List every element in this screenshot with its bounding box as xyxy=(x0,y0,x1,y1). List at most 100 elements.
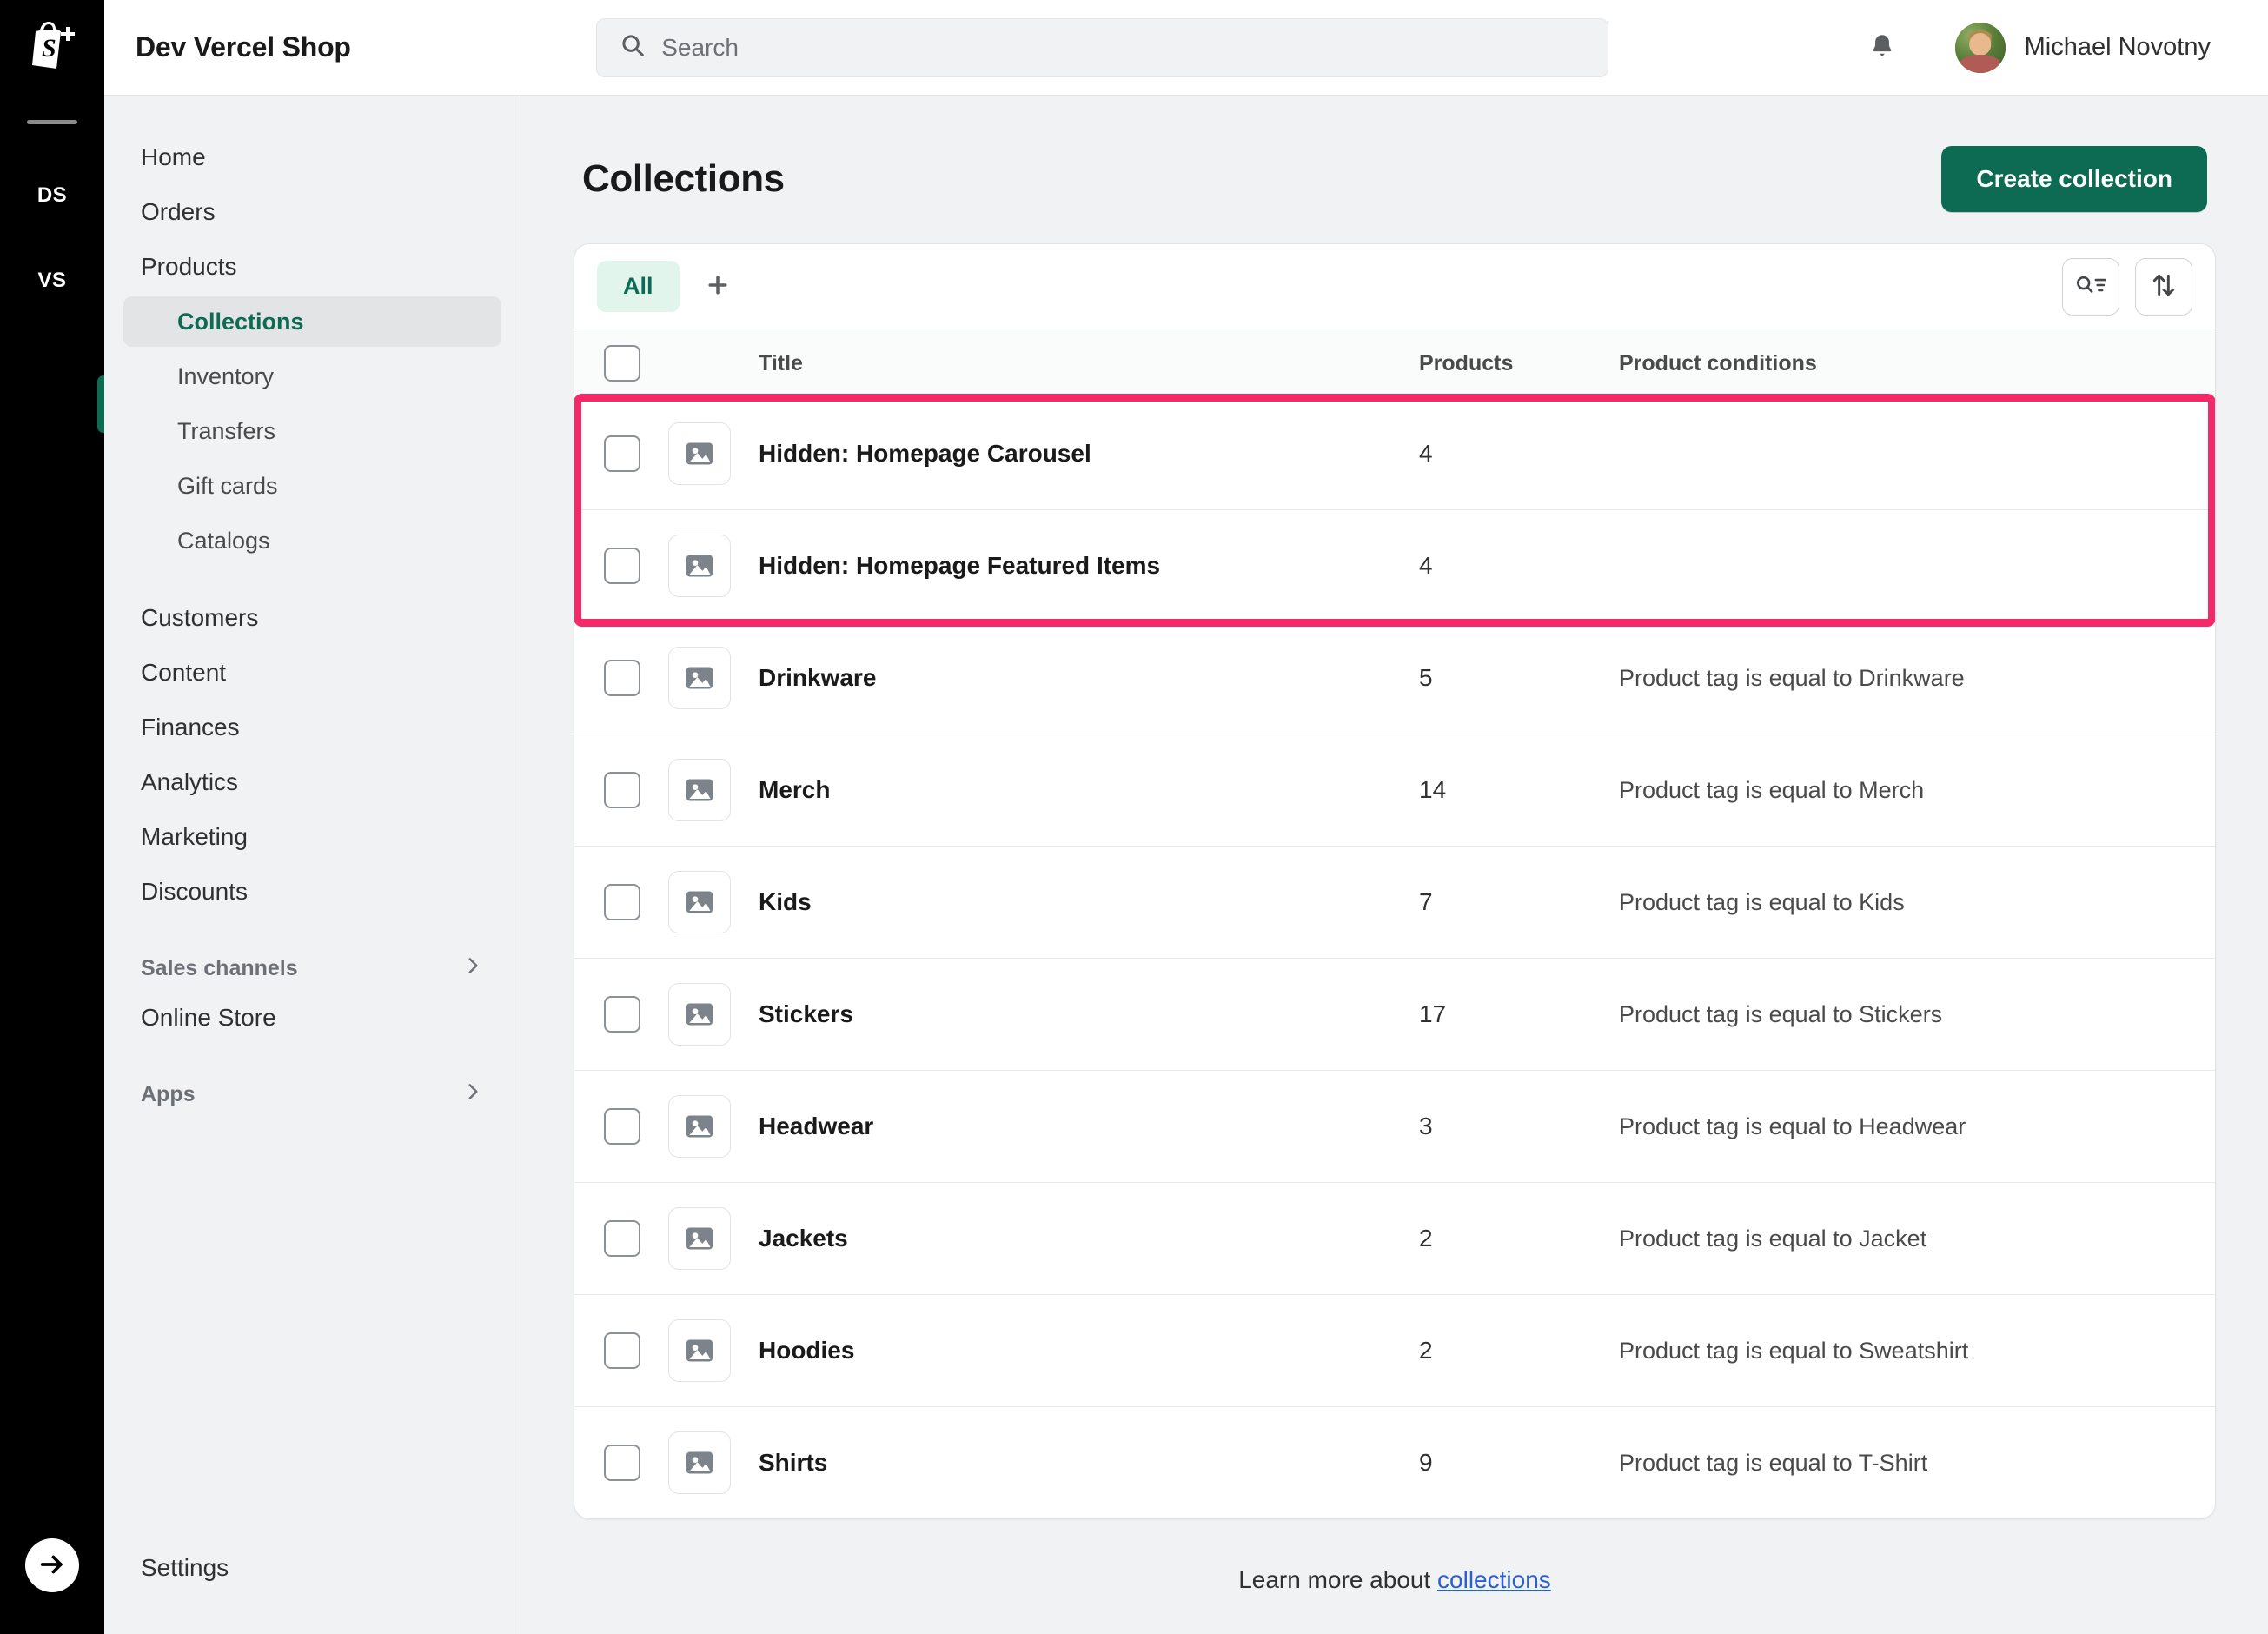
table-row[interactable]: Hoodies 2 Product tag is equal to Sweats… xyxy=(574,1295,2215,1407)
chevron-right-icon xyxy=(461,954,484,983)
page-header: Collections Create collection xyxy=(574,96,2216,243)
shopify-logo-cell[interactable]: S xyxy=(0,0,104,96)
add-view-button[interactable] xyxy=(692,261,744,313)
sidebar-nav: Home Orders Products Collections Invento… xyxy=(104,96,521,1634)
sidebar-item-customers[interactable]: Customers xyxy=(123,593,501,643)
sidebar-item-orders[interactable]: Orders xyxy=(123,187,501,237)
row-checkbox[interactable] xyxy=(604,884,640,920)
body-row: DS VS Home Orders Products Collections I… xyxy=(0,96,2268,1634)
search-wrapper xyxy=(351,18,1854,77)
column-header-products[interactable]: Products xyxy=(1419,329,1619,398)
sidebar-item-marketing[interactable]: Marketing xyxy=(123,812,501,862)
search-input[interactable] xyxy=(661,34,1585,62)
row-thumb-cell xyxy=(668,1071,759,1183)
collections-table: Title Products Product conditions Hidden… xyxy=(574,329,2215,1518)
table-row[interactable]: Drinkware 5 Product tag is equal to Drin… xyxy=(574,622,2215,734)
bell-icon xyxy=(1867,31,1897,63)
row-checkbox[interactable] xyxy=(604,1332,640,1369)
sidebar-item-discounts[interactable]: Discounts xyxy=(123,867,501,917)
table-row[interactable]: Shirts 9 Product tag is equal to T-Shirt xyxy=(574,1407,2215,1519)
row-select-cell xyxy=(574,398,668,510)
sidebar-item-home[interactable]: Home xyxy=(123,132,501,183)
sidebar-item-catalogs[interactable]: Catalogs xyxy=(123,515,501,566)
user-menu-button[interactable]: Michael Novotny xyxy=(1948,17,2218,78)
table-row[interactable]: Stickers 17 Product tag is equal to Stic… xyxy=(574,959,2215,1071)
table-row[interactable]: Jackets 2 Product tag is equal to Jacket xyxy=(574,1183,2215,1295)
row-title[interactable]: Hoodies xyxy=(759,1295,1419,1407)
row-checkbox[interactable] xyxy=(604,548,640,584)
row-title[interactable]: Stickers xyxy=(759,959,1419,1071)
svg-text:S: S xyxy=(42,34,56,63)
row-checkbox[interactable] xyxy=(604,996,640,1033)
row-title[interactable]: Headwear xyxy=(759,1071,1419,1183)
row-title[interactable]: Shirts xyxy=(759,1407,1419,1519)
row-products-count: 3 xyxy=(1419,1071,1619,1183)
select-all-checkbox[interactable] xyxy=(604,345,640,382)
table-row[interactable]: Hidden: Homepage Carousel 4 xyxy=(574,398,2215,510)
column-header-conditions[interactable]: Product conditions xyxy=(1619,329,2215,398)
avatar xyxy=(1955,23,2006,73)
column-header-title[interactable]: Title xyxy=(759,329,1419,398)
table-header-row: Title Products Product conditions xyxy=(574,329,2215,398)
row-checkbox[interactable] xyxy=(604,660,640,696)
plus-icon xyxy=(705,272,731,301)
row-title[interactable]: Merch xyxy=(759,734,1419,847)
sidebar-item-inventory[interactable]: Inventory xyxy=(123,351,501,402)
table-body: Hidden: Homepage Carousel 4 Hidden: Home… xyxy=(574,398,2215,1519)
row-title[interactable]: Hidden: Homepage Carousel xyxy=(759,398,1419,510)
row-products-count: 2 xyxy=(1419,1183,1619,1295)
search-filter-button[interactable] xyxy=(2062,258,2119,316)
tab-all[interactable]: All xyxy=(597,261,680,312)
row-title[interactable]: Kids xyxy=(759,847,1419,959)
row-thumb-cell xyxy=(668,398,759,510)
global-search-box[interactable] xyxy=(596,18,1608,77)
sidebar-section-apps[interactable]: Apps xyxy=(123,1070,501,1119)
row-checkbox[interactable] xyxy=(604,1220,640,1257)
collections-help-link[interactable]: collections xyxy=(1437,1566,1551,1593)
topbar-right-actions: Michael Novotny xyxy=(1854,17,2268,78)
row-checkbox[interactable] xyxy=(604,1445,640,1481)
sidebar-section-sales-channels[interactable]: Sales channels xyxy=(123,944,501,993)
table-row[interactable]: Hidden: Homepage Featured Items 4 xyxy=(574,510,2215,622)
sidebar-bottom: Settings xyxy=(123,1543,501,1634)
rail-item-ds[interactable]: DS xyxy=(23,166,82,225)
sidebar-item-finances[interactable]: Finances xyxy=(123,702,501,753)
sidebar-item-gift-cards[interactable]: Gift cards xyxy=(123,461,501,511)
row-select-cell xyxy=(574,1295,668,1407)
table-row[interactable]: Kids 7 Product tag is equal to Kids xyxy=(574,847,2215,959)
image-placeholder-icon xyxy=(668,759,731,821)
row-conditions: Product tag is equal to Headwear xyxy=(1619,1071,2215,1183)
row-thumb-cell xyxy=(668,734,759,847)
table-toolbar: All xyxy=(574,244,2215,329)
sidebar-item-transfers[interactable]: Transfers xyxy=(123,406,501,456)
expand-button[interactable] xyxy=(25,1538,79,1592)
row-select-cell xyxy=(574,847,668,959)
row-checkbox[interactable] xyxy=(604,1108,640,1145)
notifications-button[interactable] xyxy=(1854,20,1910,76)
row-title[interactable]: Hidden: Homepage Featured Items xyxy=(759,510,1419,622)
row-products-count: 4 xyxy=(1419,510,1619,622)
row-checkbox[interactable] xyxy=(604,772,640,808)
table-head: Title Products Product conditions xyxy=(574,329,2215,398)
create-collection-button[interactable]: Create collection xyxy=(1941,146,2207,212)
row-conditions: Product tag is equal to Stickers xyxy=(1619,959,2215,1071)
sidebar-item-settings[interactable]: Settings xyxy=(123,1543,501,1593)
sidebar-item-analytics[interactable]: Analytics xyxy=(123,757,501,807)
table-row[interactable]: Merch 14 Product tag is equal to Merch xyxy=(574,734,2215,847)
sidebar-item-collections[interactable]: Collections xyxy=(123,296,501,347)
sidebar-item-online-store[interactable]: Online Store xyxy=(123,993,501,1043)
sidebar-item-products[interactable]: Products xyxy=(123,242,501,292)
sort-arrows-icon xyxy=(2150,271,2178,302)
sort-button[interactable] xyxy=(2135,258,2192,316)
row-checkbox[interactable] xyxy=(604,435,640,472)
table-row[interactable]: Headwear 3 Product tag is equal to Headw… xyxy=(574,1071,2215,1183)
row-select-cell xyxy=(574,1407,668,1519)
row-title[interactable]: Jackets xyxy=(759,1183,1419,1295)
arrow-right-circle-icon xyxy=(37,1550,67,1582)
sidebar-item-content[interactable]: Content xyxy=(123,648,501,698)
row-title[interactable]: Drinkware xyxy=(759,622,1419,734)
nav-gap-2 xyxy=(123,921,501,944)
footer-text: Learn more about xyxy=(1238,1566,1430,1593)
rail-item-vs[interactable]: VS xyxy=(23,251,82,310)
row-conditions: Product tag is equal to Merch xyxy=(1619,734,2215,847)
